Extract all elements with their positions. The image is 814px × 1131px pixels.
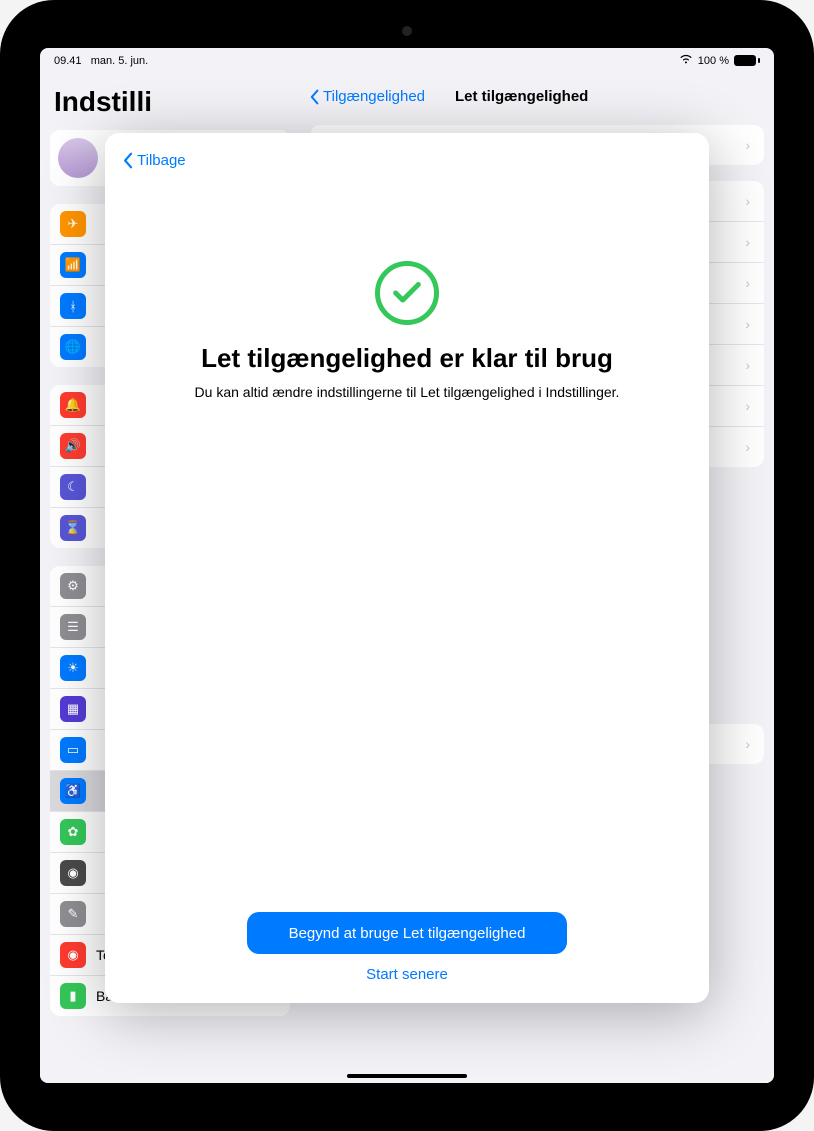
status-date: man. 5. jun. <box>91 55 148 67</box>
homescreen-icon: ▦ <box>60 696 86 722</box>
modal-title: Let tilgængelighed er klar til brug <box>201 343 613 374</box>
battery-percent: 100 % <box>698 55 729 67</box>
airplane-icon: ✈ <box>60 211 86 237</box>
checkmark-circle-icon <box>375 261 439 325</box>
modal-body: Let tilgængelighed er klar til brug Du k… <box>123 175 691 912</box>
chevron-right-icon: › <box>745 275 750 291</box>
screen: 09.41 man. 5. jun. 100 % Indstilli <box>40 48 774 1083</box>
screentime-icon: ⌛ <box>60 515 86 541</box>
accessibility-icon: ♿ <box>60 778 86 804</box>
network-icon: 🌐 <box>60 334 86 360</box>
detail-nav: Tilgængelighed Let tilgængelighed <box>310 78 764 109</box>
chevron-right-icon: › <box>745 439 750 455</box>
start-later-button[interactable]: Start senere <box>366 966 448 983</box>
chevron-right-icon: › <box>745 137 750 153</box>
status-left: 09.41 man. 5. jun. <box>54 55 148 67</box>
battery-settings-icon: ▮ <box>60 983 86 1009</box>
wifi-icon <box>679 53 693 68</box>
modal-actions: Begynd at bruge Let tilgængelighed Start… <box>123 912 691 987</box>
touch-id-icon: ◉ <box>60 942 86 968</box>
detail-back-label: Tilgængelighed <box>323 88 425 105</box>
multitask-icon: ▭ <box>60 737 86 763</box>
status-bar: 09.41 man. 5. jun. 100 % <box>40 48 774 70</box>
wifi-settings-icon: 📶 <box>60 252 86 278</box>
bluetooth-icon: ᚼ <box>60 293 86 319</box>
chevron-right-icon: › <box>745 234 750 250</box>
front-camera <box>402 26 412 36</box>
notifications-icon: 🔔 <box>60 392 86 418</box>
home-indicator[interactable] <box>347 1074 467 1078</box>
general-icon: ⚙ <box>60 573 86 599</box>
modal-subtitle: Du kan altid ændre indstillingerne til L… <box>195 384 620 400</box>
start-now-button[interactable]: Begynd at bruge Let tilgængelighed <box>247 912 567 954</box>
status-right: 100 % <box>679 53 760 68</box>
detail-back-button[interactable]: Tilgængelighed <box>310 88 425 105</box>
ipad-frame: 09.41 man. 5. jun. 100 % Indstilli <box>0 0 814 1131</box>
chevron-right-icon: › <box>745 193 750 209</box>
display-icon: ☀ <box>60 655 86 681</box>
assistive-access-ready-modal: Tilbage Let tilgængelighed er klar til b… <box>105 133 709 1003</box>
pencil-icon: ✎ <box>60 901 86 927</box>
siri-icon: ◉ <box>60 860 86 886</box>
chevron-right-icon: › <box>745 316 750 332</box>
chevron-right-icon: › <box>745 357 750 373</box>
modal-back-label: Tilbage <box>137 152 186 169</box>
sounds-icon: 🔊 <box>60 433 86 459</box>
chevron-right-icon: › <box>745 736 750 752</box>
modal-back-button[interactable]: Tilbage <box>123 145 691 175</box>
wallpaper-icon: ✿ <box>60 819 86 845</box>
battery-icon <box>734 55 760 66</box>
control-center-icon: ☰ <box>60 614 86 640</box>
status-time: 09.41 <box>54 55 82 67</box>
sidebar-title: Indstilli <box>50 78 290 130</box>
chevron-right-icon: › <box>745 398 750 414</box>
focus-icon: ☾ <box>60 474 86 500</box>
detail-title: Let tilgængelighed <box>455 88 588 105</box>
avatar <box>58 138 98 178</box>
